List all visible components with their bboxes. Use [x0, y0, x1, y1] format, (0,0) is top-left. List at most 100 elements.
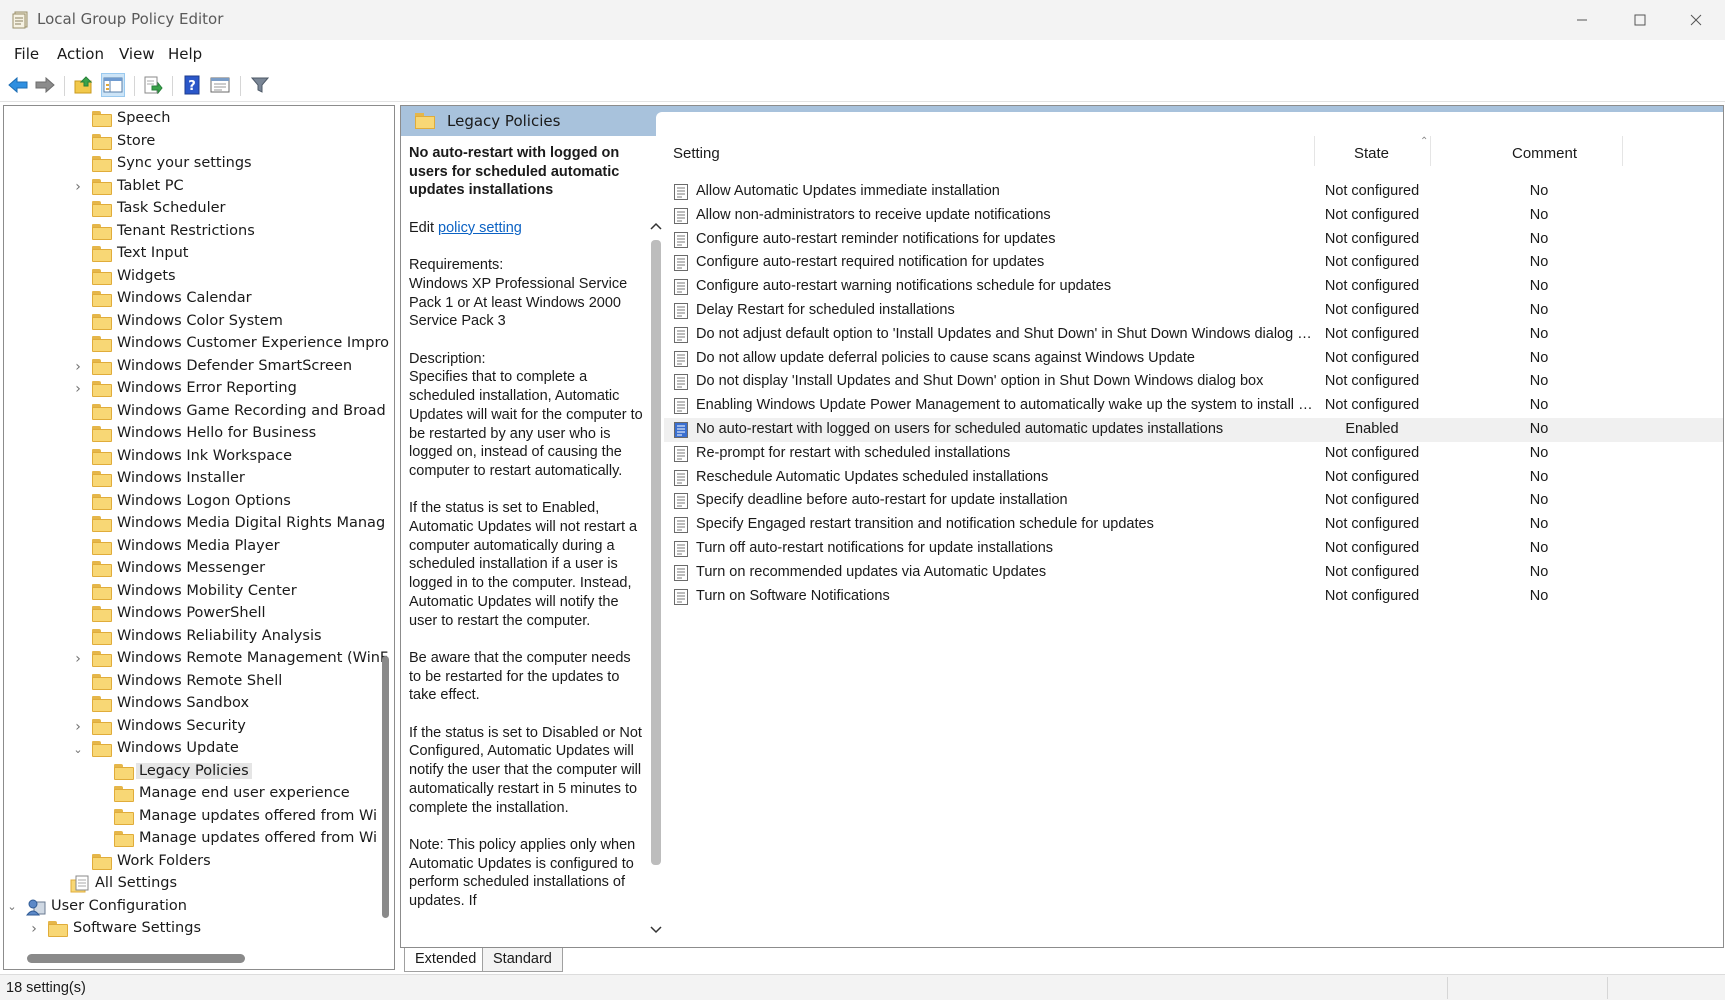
tree-item[interactable]: Manage updates offered from Wi	[4, 806, 377, 828]
tree-item-label: User Configuration	[51, 897, 187, 914]
policy-row[interactable]: Specify Engaged restart transition and n…	[664, 513, 1723, 537]
policy-row[interactable]: Allow non-administrators to receive upda…	[664, 204, 1723, 228]
tree-item[interactable]: Windows Logon Options	[4, 491, 374, 513]
menu-view[interactable]: View	[119, 45, 155, 63]
tree-item[interactable]: Windows Calendar	[4, 288, 374, 310]
tree-item[interactable]: Windows Customer Experience Impro	[4, 333, 389, 355]
tree-item[interactable]: Task Scheduler	[4, 198, 374, 220]
tree-item[interactable]: Manage updates offered from Wi	[4, 828, 377, 850]
column-comment[interactable]: Comment	[1512, 145, 1577, 162]
tree-item[interactable]: All Settings	[4, 873, 374, 895]
tree-item[interactable]: Windows Installer	[4, 468, 374, 490]
tree-item[interactable]: › Windows Security	[4, 716, 374, 738]
policy-row[interactable]: Turn on recommended updates via Automati…	[664, 561, 1723, 585]
tree-item[interactable]: Windows Media Player	[4, 536, 374, 558]
settings-list[interactable]: ⌃ Setting State Comment Allow Automatic …	[664, 136, 1723, 936]
tree-item[interactable]: Tenant Restrictions	[4, 221, 374, 243]
tree-item[interactable]: Windows Sandbox	[4, 693, 374, 715]
policy-row[interactable]: Enabling Windows Update Power Management…	[664, 394, 1723, 418]
minimize-button[interactable]	[1553, 0, 1611, 40]
scroll-up-button[interactable]	[648, 218, 664, 234]
column-state[interactable]: State	[1354, 145, 1389, 162]
menu-help[interactable]: Help	[168, 45, 202, 63]
tree-item[interactable]: Sync your settings	[4, 153, 374, 175]
tree-item[interactable]: Windows Hello for Business	[4, 423, 374, 445]
console-tree[interactable]: Speech Store Sync your settings › Tablet PC T…	[3, 105, 395, 970]
tree-item[interactable]: Windows Game Recording and Broad	[4, 401, 386, 423]
back-button[interactable]	[6, 73, 30, 97]
chevron-right-icon[interactable]: ›	[72, 179, 84, 195]
tree-item[interactable]: › Windows Error Reporting	[4, 378, 374, 400]
tree-item[interactable]: Manage end user experience	[4, 783, 374, 805]
edit-policy-setting-link[interactable]: policy setting	[438, 220, 522, 236]
tree-item[interactable]: Windows Color System	[4, 311, 374, 333]
tree-item[interactable]: ⌄ User Configuration	[4, 896, 374, 918]
tree-item[interactable]: Speech	[4, 108, 374, 130]
menu-file[interactable]: File	[14, 45, 39, 63]
policy-row[interactable]: Do not allow update deferral policies to…	[664, 347, 1723, 371]
policy-row[interactable]: Turn off auto-restart notifications for …	[664, 537, 1723, 561]
status-bar: 18 setting(s)	[0, 974, 1725, 1000]
maximize-button[interactable]	[1611, 0, 1669, 40]
tree-item[interactable]: Windows Ink Workspace	[4, 446, 374, 468]
tab-standard[interactable]: Standard	[482, 948, 563, 972]
tree-item[interactable]: Windows Mobility Center	[4, 581, 374, 603]
close-button[interactable]	[1667, 0, 1725, 40]
filter-button[interactable]	[248, 73, 272, 97]
column-setting[interactable]: Setting	[673, 145, 720, 162]
policy-row[interactable]: Specify deadline before auto-restart for…	[664, 489, 1723, 513]
chevron-right-icon[interactable]: ›	[72, 719, 84, 735]
column-divider[interactable]	[1430, 136, 1431, 166]
tree-item[interactable]: Text Input	[4, 243, 374, 265]
description-scroll-thumb[interactable]	[651, 240, 661, 865]
tree-vertical-scrollbar[interactable]	[377, 108, 393, 948]
chevron-right-icon[interactable]: ›	[72, 359, 84, 375]
chevron-down-icon[interactable]: ⌄	[6, 900, 18, 913]
policy-row[interactable]: Turn on Software Notifications Not config…	[664, 585, 1723, 609]
policy-name: Delay Restart for scheduled installation…	[696, 302, 955, 318]
tree-horizontal-scroll-thumb[interactable]	[27, 954, 245, 963]
properties-button[interactable]	[208, 73, 232, 97]
tree-vertical-scroll-thumb[interactable]	[382, 656, 389, 918]
chevron-right-icon[interactable]: ›	[72, 381, 84, 397]
show-hide-tree-button[interactable]	[101, 73, 125, 97]
policy-row[interactable]: Configure auto-restart reminder notifica…	[664, 228, 1723, 252]
tree-item[interactable]: › Windows Defender SmartScreen	[4, 356, 374, 378]
tree-item[interactable]: Windows PowerShell	[4, 603, 374, 625]
tree-item[interactable]: › Tablet PC	[4, 176, 374, 198]
tree-item[interactable]: Widgets	[4, 266, 374, 288]
policy-row[interactable]: No auto-restart with logged on users for…	[664, 418, 1723, 442]
tree-item[interactable]: Work Folders	[4, 851, 374, 873]
description-vertical-scrollbar[interactable]	[648, 218, 664, 938]
column-divider[interactable]	[1622, 136, 1623, 166]
tree-item[interactable]: Windows Media Digital Rights Manag	[4, 513, 385, 535]
help-button[interactable]: ?	[180, 73, 204, 97]
up-one-level-button[interactable]	[72, 73, 96, 97]
tree-item[interactable]: › Windows Remote Management (WinF	[4, 648, 388, 670]
menu-action[interactable]: Action	[57, 45, 104, 63]
chevron-right-icon[interactable]: ›	[72, 651, 84, 667]
policy-row[interactable]: Configure auto-restart warning notificat…	[664, 275, 1723, 299]
chevron-right-icon[interactable]: ›	[28, 921, 40, 937]
forward-button[interactable]	[33, 73, 57, 97]
tree-item[interactable]: ⌄ Windows Update	[4, 738, 374, 760]
tree-item[interactable]: › Software Settings	[4, 918, 374, 940]
tree-item[interactable]: Windows Remote Shell	[4, 671, 374, 693]
scroll-down-button[interactable]	[648, 922, 664, 938]
policy-row[interactable]: Configure auto-restart required notifica…	[664, 251, 1723, 275]
chevron-down-icon[interactable]: ⌄	[72, 743, 84, 756]
policy-row[interactable]: Delay Restart for scheduled installation…	[664, 299, 1723, 323]
tree-item[interactable]: Legacy Policies	[4, 761, 374, 783]
tab-extended[interactable]: Extended	[404, 948, 488, 972]
tree-item[interactable]: Windows Messenger	[4, 558, 374, 580]
export-list-button[interactable]	[141, 73, 165, 97]
policy-row[interactable]: Reschedule Automatic Updates scheduled i…	[664, 466, 1723, 490]
policy-row[interactable]: Do not adjust default option to 'Install…	[664, 323, 1723, 347]
folder-icon	[92, 516, 112, 532]
policy-row[interactable]: Allow Automatic Updates immediate instal…	[664, 180, 1723, 204]
tree-item[interactable]: Windows Reliability Analysis	[4, 626, 374, 648]
policy-row[interactable]: Re-prompt for restart with scheduled ins…	[664, 442, 1723, 466]
column-divider[interactable]	[1314, 136, 1315, 166]
tree-item[interactable]: Store	[4, 131, 374, 153]
policy-row[interactable]: Do not display 'Install Updates and Shut…	[664, 370, 1723, 394]
